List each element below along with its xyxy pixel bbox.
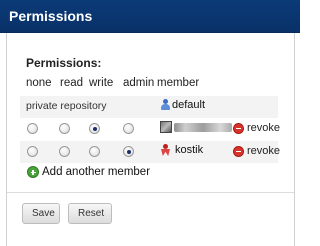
- member-row: revoke: [20, 118, 280, 140]
- radio-read[interactable]: [59, 146, 70, 157]
- column-headers: none read write admin member: [0, 77, 300, 93]
- plus-icon: [27, 166, 39, 178]
- permissions-heading: Permissions:: [26, 56, 102, 70]
- radio-write[interactable]: [89, 123, 100, 134]
- column-header-write: write: [89, 77, 114, 89]
- title-bar: Permissions: [0, 0, 300, 33]
- remove-icon: [233, 122, 244, 134]
- column-header-admin: admin: [123, 77, 155, 89]
- member-name: kostik: [175, 144, 204, 156]
- column-header-none: none: [26, 77, 52, 89]
- member-identity: [160, 121, 232, 133]
- member-identity: kostik: [160, 144, 203, 156]
- radio-admin[interactable]: [123, 146, 134, 157]
- member-name-redacted: [174, 122, 232, 132]
- avatar: [160, 121, 172, 133]
- add-member-link[interactable]: Add another member: [27, 166, 150, 178]
- avatar: [160, 144, 171, 156]
- radio-write[interactable]: [89, 146, 100, 157]
- private-repository-label: private repository: [26, 100, 107, 112]
- user-icon: [160, 99, 171, 111]
- add-member-label: Add another member: [42, 166, 151, 178]
- radio-none[interactable]: [27, 123, 38, 134]
- revoke-label: revoke: [247, 145, 281, 157]
- save-button[interactable]: Save: [22, 203, 60, 224]
- radio-none[interactable]: [27, 146, 38, 157]
- column-header-read: read: [60, 77, 84, 89]
- radio-read[interactable]: [59, 123, 70, 134]
- radio-admin[interactable]: [123, 123, 134, 134]
- window-title: Permissions: [9, 8, 93, 24]
- column-header-member: member: [157, 77, 200, 89]
- remove-icon: [233, 145, 244, 157]
- default-member: default: [160, 99, 205, 111]
- revoke-label: revoke: [247, 122, 281, 134]
- reset-button[interactable]: Reset: [68, 203, 112, 224]
- member-row: kostik revoke: [20, 141, 280, 163]
- default-member-label: default: [172, 99, 206, 111]
- revoke-button[interactable]: revoke: [233, 122, 280, 134]
- revoke-button[interactable]: revoke: [233, 145, 280, 157]
- divider: [7, 192, 294, 193]
- private-repository-row: private repository default: [20, 96, 278, 118]
